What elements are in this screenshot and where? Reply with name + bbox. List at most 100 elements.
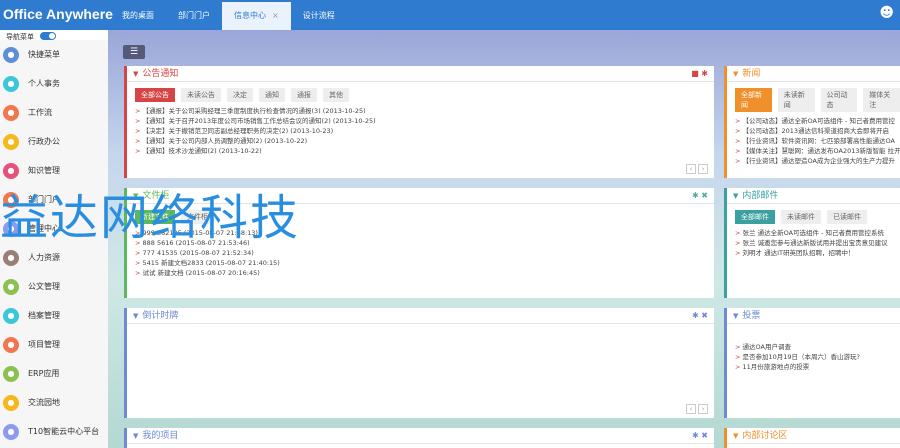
filter-tab[interactable]: 通报 [291, 88, 317, 102]
panel-header: ▼ 内部邮件 [727, 188, 900, 204]
filter-tabs: 全部新闻 未读新闻 公司动态 媒体关注 [727, 82, 900, 112]
caret-icon: ▼ [733, 192, 739, 200]
filter-tab[interactable]: 未读新闻 [777, 88, 815, 112]
prev-icon[interactable]: ‹ [686, 404, 696, 414]
top-bar: Office Anywhere 我的桌面 部门门户 信息中心 × 设计流程 ☻ [0, 0, 900, 30]
filter-tab[interactable]: 其他 [323, 88, 349, 102]
filter-tab[interactable]: 未读邮件 [781, 210, 821, 224]
panel-header: ▼ 投票 [727, 308, 900, 324]
panel-project: ▼ 我的项目 ✱ ✖ [124, 428, 714, 448]
list-item[interactable]: 试试 新建文档 (2015-08-07 20:16:45) [135, 268, 714, 278]
menu-toggle-button[interactable]: ☰ [123, 45, 145, 59]
list-item[interactable]: 张兰 通达全新OA可选组件 - 知己者费用管控系统 [735, 228, 900, 238]
sidebar-item[interactable]: ● ERP应用 [0, 359, 108, 388]
caret-icon: ▼ [733, 312, 739, 320]
sidebar-item-label: 个人事务 [28, 79, 60, 88]
sidebar-item-label: 项目管理 [28, 340, 60, 349]
tab-dept-portal[interactable]: 部门门户 [166, 2, 222, 30]
sidebar-item[interactable]: ● 档案管理 [0, 301, 108, 330]
next-icon[interactable]: › [698, 164, 708, 174]
filter-tab[interactable]: 公司动态 [820, 88, 858, 112]
sidebar-item[interactable]: ● 公文管理 [0, 272, 108, 301]
tab-bar: 我的桌面 部门门户 信息中心 × 设计流程 [110, 0, 347, 30]
panel-notice: ▼公告通知 ■ ✱ 全部公告未读公告决定通知通报其他 【通报】关于公司采购经理三季… [124, 66, 714, 178]
filter-tab[interactable]: 全部邮件 [735, 210, 775, 224]
panel-title: 新闻 [742, 69, 761, 79]
settings-icon[interactable]: ✱ ✖ [692, 188, 708, 204]
settings-icon[interactable]: ✱ ✖ [692, 308, 708, 324]
sidebar-item[interactable]: ● 交流园地 [0, 388, 108, 417]
list-item[interactable]: 【通知】关于公司内部人员调整的通知(2) (2013-10-22) [135, 136, 714, 146]
sidebar-item-label: 档案管理 [28, 311, 60, 320]
filter-tab[interactable]: 通知 [259, 88, 285, 102]
caret-icon: ▼ [133, 70, 139, 78]
notice-list: 【通报】关于公司采购经理三季度制度执行检查情况的通报(3) (2013-10-2… [127, 102, 714, 156]
sidebar-item-label: 行政办公 [28, 137, 60, 146]
list-item[interactable]: 【通知】技术沙龙通知(2) (2013-10-22) [135, 146, 714, 156]
caret-icon: ▼ [733, 432, 739, 440]
panel-title: 投票 [742, 311, 761, 321]
sidebar-item[interactable]: ● 快捷菜单 [0, 40, 108, 69]
panel-title: 内部邮件 [742, 191, 779, 201]
list-item[interactable]: 777 41535 (2015-08-07 21:52:34) [135, 248, 714, 258]
filter-tab[interactable]: 全部新闻 [735, 88, 772, 112]
panel-news: ▼新闻 全部新闻未读新闻公司动态媒体关注 【公司动态】通达全新OA可选组件 - … [724, 66, 900, 178]
panel-mail: ▼内部邮件 全部邮件未读邮件已读邮件 张兰 通达全新OA可选组件 - 知己者费用… [724, 188, 900, 298]
list-item[interactable]: 【行业资讯】软件资讯网：七匹狼部署高性能通达OA [735, 136, 900, 146]
menu-icon: ● [3, 278, 19, 295]
list-item[interactable]: 5415 新建文档2833 (2015-08-07 21:40:15) [135, 258, 714, 268]
list-item[interactable]: 11月份旅游地点的投票 [735, 362, 900, 372]
panel-header: ▼ 公告通知 ■ ✱ [127, 66, 714, 82]
sidebar-item-label: 交流园地 [28, 398, 60, 407]
list-item[interactable]: 【公司动态】通达全新OA可选组件 - 知己者费用管控 [735, 116, 900, 126]
list-item[interactable]: 【通知】关于召开2013年度公司市场销售工作总结会议的通知(2) (2013-1… [135, 116, 714, 126]
user-icon[interactable]: ☻ [879, 5, 894, 21]
list-item[interactable]: 是否参加10月19日（本周六）香山游玩? [735, 352, 900, 362]
sidebar-item-label: T10智能云中心平台 [28, 427, 100, 436]
list-item[interactable]: 【通报】关于公司采购经理三季度制度执行检查情况的通报(3) (2013-10-2… [135, 106, 714, 116]
panel-header: ▼ 倒计时牌 ✱ ✖ [127, 308, 714, 324]
list-item[interactable]: 张兰 诚邀您参与通达新版试用并提出宝贵意见建议 [735, 238, 900, 248]
panel-title: 内部讨论区 [742, 431, 788, 441]
prev-icon[interactable]: ‹ [686, 164, 696, 174]
list-item[interactable]: 【公司动态】2013通达信科渠道招商大会即将开启 [735, 126, 900, 136]
menu-icon: ● [3, 46, 19, 63]
list-item[interactable]: 【媒体关注】慧聪网：通达发布OA2013新版智能 拉开 [735, 146, 900, 156]
sidebar-item[interactable]: ● 工作流 [0, 98, 108, 127]
panel-title: 我的项目 [142, 431, 179, 441]
tab-design-flow[interactable]: 设计流程 [291, 2, 347, 30]
tab-label: 信息中心 [234, 11, 266, 20]
next-icon[interactable]: › [698, 404, 708, 414]
settings-icon[interactable]: ■ ✱ [691, 66, 708, 82]
filter-tab[interactable]: 媒体关注 [863, 88, 900, 112]
nav-menu-toggle[interactable] [40, 32, 56, 40]
sidebar-item[interactable]: ● 个人事务 [0, 69, 108, 98]
list-item[interactable]: 通达OA用户调查 [735, 342, 900, 352]
filter-tab[interactable]: 决定 [227, 88, 253, 102]
menu-icon: ● [3, 133, 19, 150]
close-icon[interactable]: × [272, 11, 279, 20]
vote-list: 通达OA用户调查是否参加10月19日（本周六）香山游玩?11月份旅游地点的投票 [727, 324, 900, 372]
menu-icon: ● [3, 104, 19, 121]
sidebar-item-label: 工作流 [28, 108, 52, 117]
sidebar-item-label: ERP应用 [28, 369, 60, 378]
menu-icon: ● [3, 336, 19, 353]
filter-tab[interactable]: 全部公告 [135, 88, 175, 102]
settings-icon[interactable]: ✱ ✖ [692, 428, 708, 444]
caret-icon: ▼ [133, 432, 139, 440]
filter-tab[interactable]: 已读邮件 [827, 210, 867, 224]
tab-my-desktop[interactable]: 我的桌面 [110, 2, 166, 30]
sidebar-item[interactable]: ● T10智能云中心平台 [0, 417, 108, 446]
list-item[interactable]: 【行业资讯】通达塑造OA成为企业强大的生产力提升 [735, 156, 900, 166]
sidebar-item-label: 公文管理 [28, 282, 60, 291]
list-item[interactable]: 刘明才 通达IT研英团队招聘，招聘中！ [735, 248, 900, 258]
sidebar-item[interactable]: ● 项目管理 [0, 330, 108, 359]
list-item[interactable]: 【决定】关于撤销范卫同志副总经理职务的决定(2) (2013-10-23) [135, 126, 714, 136]
sidebar-item[interactable]: ● 行政办公 [0, 127, 108, 156]
filter-tab[interactable]: 未读公告 [181, 88, 221, 102]
news-list: 【公司动态】通达全新OA可选组件 - 知己者费用管控【公司动态】2013通达信科… [727, 112, 900, 166]
sidebar-item-label: 快捷菜单 [28, 50, 60, 59]
tab-info-center[interactable]: 信息中心 × [222, 2, 291, 30]
filter-tabs: 全部公告 未读公告 决定 通知 通报 其他 [127, 82, 714, 102]
panel-vote: ▼投票 通达OA用户调查是否参加10月19日（本周六）香山游玩?11月份旅游地点… [724, 308, 900, 418]
